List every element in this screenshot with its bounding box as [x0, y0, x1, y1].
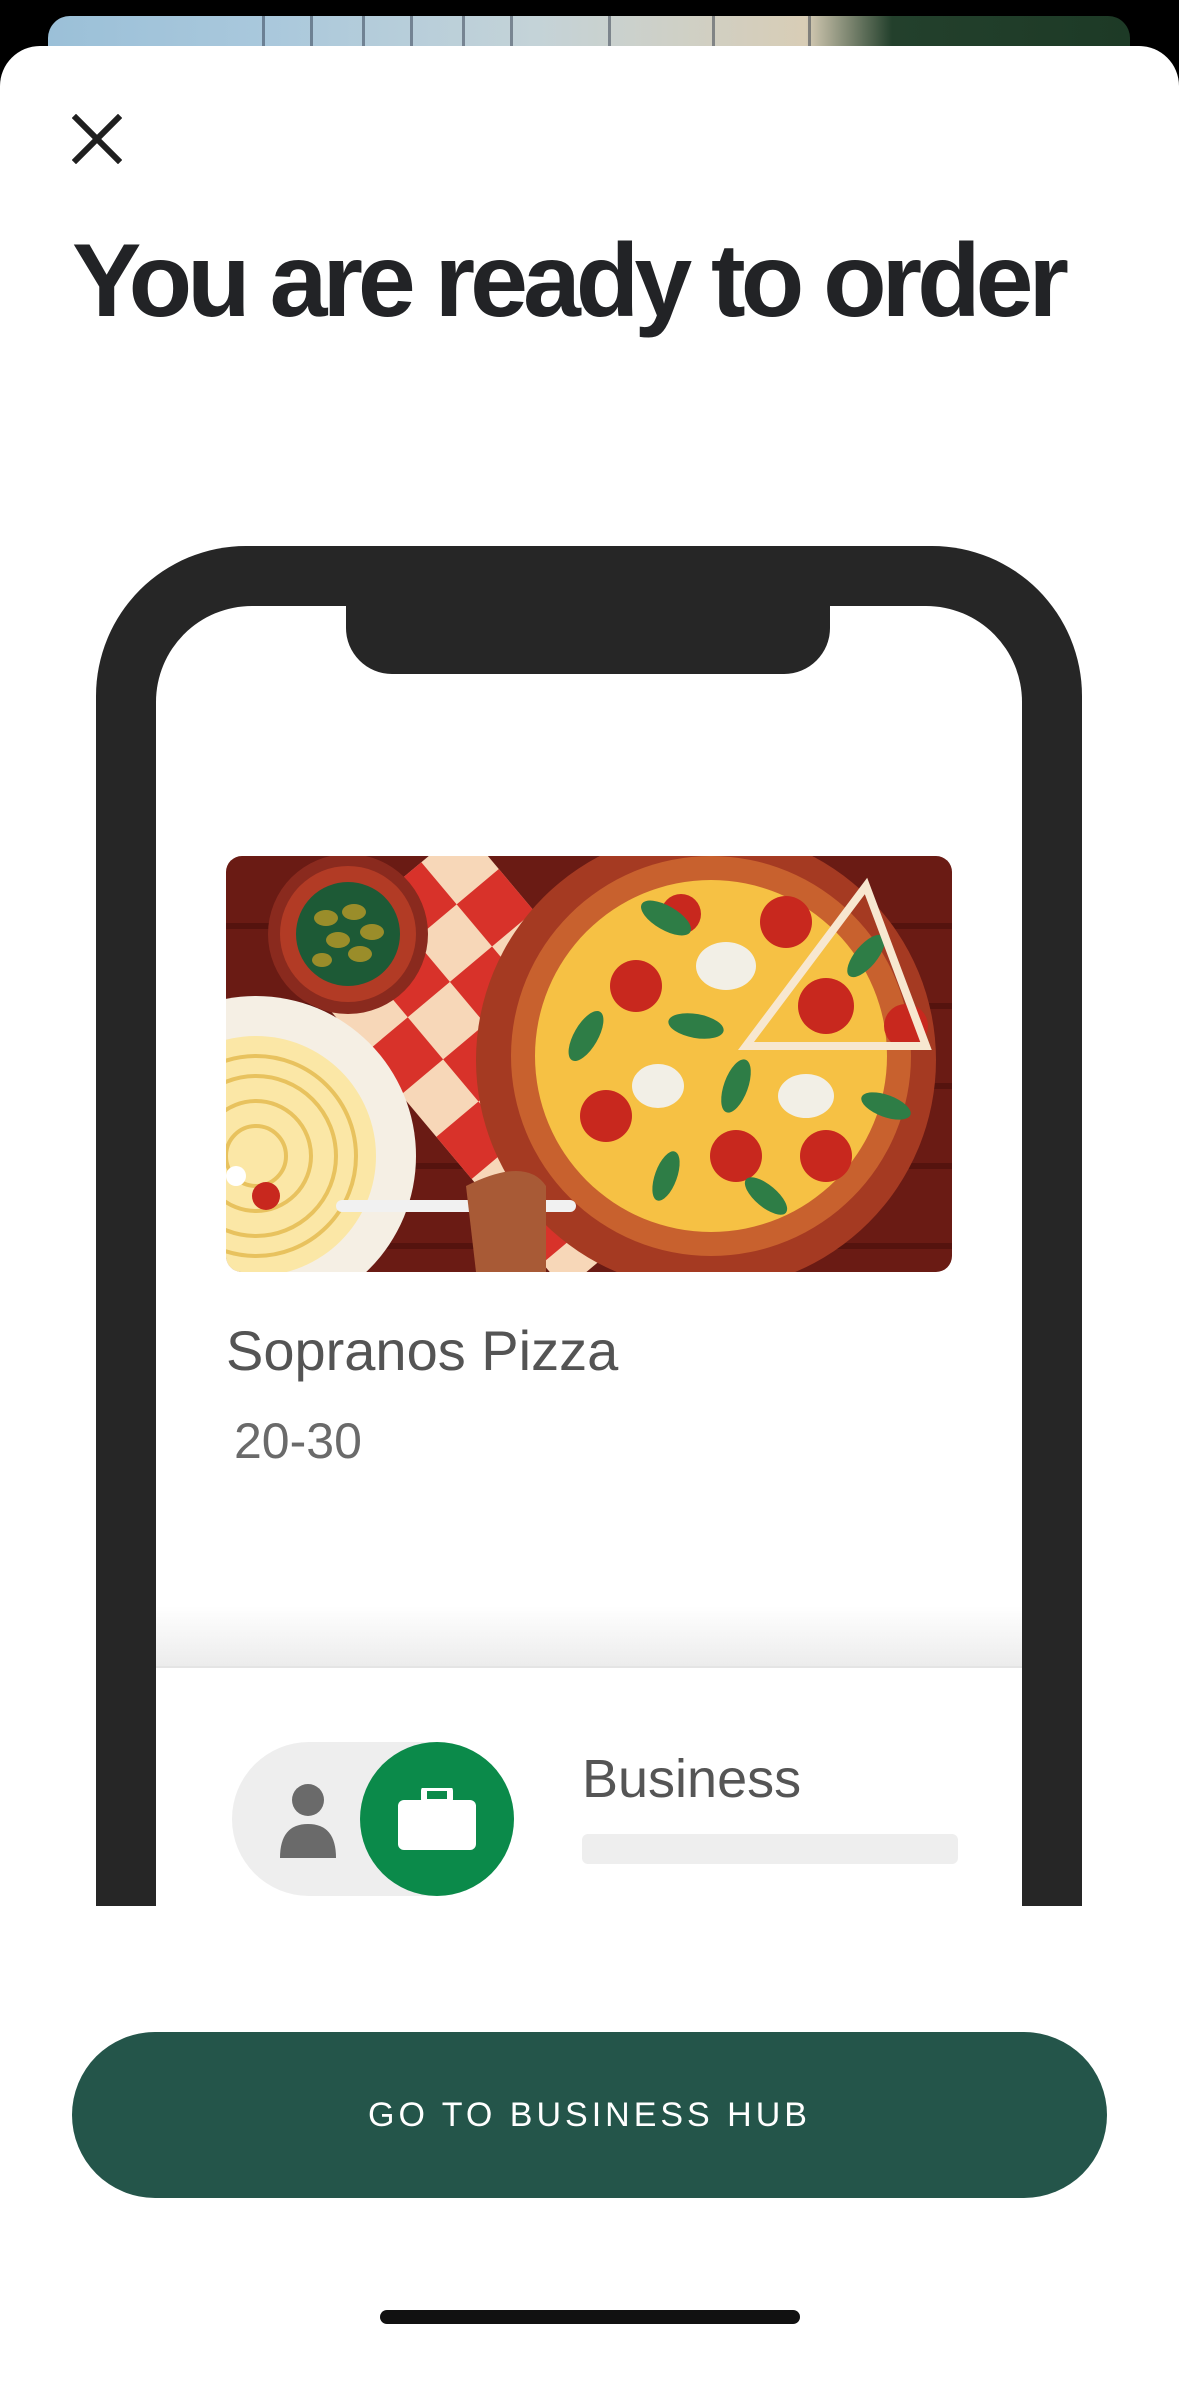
go-to-business-hub-button[interactable]: GO TO BUSINESS HUB — [72, 2032, 1107, 2198]
phone-screen: Sopranos Pizza 20-30 Business — [156, 606, 1022, 1946]
divider-shadow — [156, 1606, 1022, 1666]
screen: You are ready to order Sopranos Pizza 20… — [0, 0, 1179, 2396]
go-to-business-hub-label: GO TO BUSINESS HUB — [368, 2095, 811, 2134]
pizza-image — [226, 856, 952, 1272]
business-label: Business — [582, 1749, 802, 1809]
person-icon — [280, 1784, 336, 1858]
delivery-eta: 20-30 — [234, 1413, 362, 1469]
business-toggle-knob — [360, 1742, 514, 1896]
placeholder-bar — [582, 1834, 958, 1864]
close-icon — [72, 114, 122, 164]
page-title: You are ready to order — [72, 223, 1069, 339]
phone-notch — [346, 606, 830, 674]
profile-panel: Business — [156, 1666, 1022, 1946]
profile-toggle — [232, 1742, 514, 1896]
close-button[interactable] — [62, 104, 132, 174]
home-indicator[interactable] — [380, 2310, 800, 2324]
briefcase-icon — [398, 1788, 476, 1850]
phone-illustration: Sopranos Pizza 20-30 Business — [96, 546, 1082, 1946]
restaurant-name: Sopranos Pizza — [226, 1319, 619, 1382]
